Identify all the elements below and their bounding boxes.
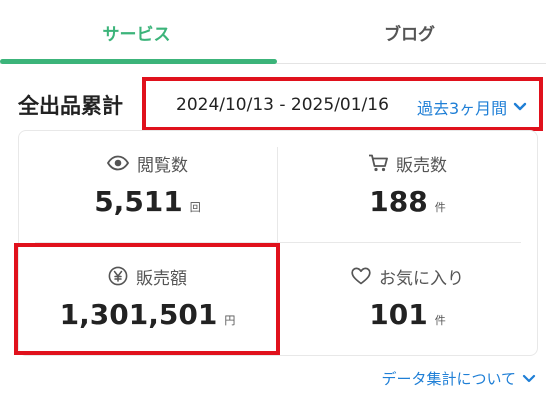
revenue-unit: 円: [224, 314, 236, 327]
data-aggregation-link[interactable]: データ集計について: [381, 368, 536, 389]
heart-icon: [351, 267, 371, 285]
active-tab-indicator: [0, 59, 277, 64]
tab-bar: サービス ブログ: [0, 0, 546, 64]
revenue-number: 1,301,501: [59, 298, 218, 331]
period-label: 過去3ヶ月間: [417, 99, 508, 118]
revenue-value: 1,301,501 円: [18, 298, 277, 338]
chevron-down-icon: [513, 102, 527, 111]
sales-number: 188: [369, 185, 428, 218]
yen-icon: [108, 266, 128, 286]
eye-icon: [107, 155, 129, 171]
chevron-down-icon: [522, 374, 536, 382]
tab-blog[interactable]: ブログ: [273, 0, 546, 64]
period-dropdown[interactable]: 過去3ヶ月間: [417, 95, 527, 119]
views-unit: 回: [189, 201, 201, 214]
views-label: 閲覧数: [18, 150, 277, 176]
sales-label-text: 販売数: [396, 155, 447, 176]
favorites-unit: 件: [434, 314, 446, 327]
cart-icon: [369, 154, 388, 172]
favorites-number: 101: [369, 298, 428, 331]
section-title: 全出品累計: [18, 94, 123, 118]
sales-label: 販売数: [278, 150, 537, 176]
favorites-value: 101 件: [278, 298, 537, 338]
date-range: 2024/10/13 - 2025/01/16: [176, 95, 389, 115]
sales-value: 188 件: [278, 185, 537, 225]
sales-unit: 件: [434, 201, 446, 214]
revenue-label-text: 販売額: [136, 268, 187, 289]
favorites-label: お気に入り: [278, 263, 537, 289]
tab-service[interactable]: サービス: [0, 0, 273, 64]
revenue-label: 販売額: [18, 263, 277, 289]
views-label-text: 閲覧数: [137, 155, 188, 176]
views-number: 5,511: [94, 185, 183, 218]
views-value: 5,511 回: [18, 185, 277, 225]
favorites-label-text: お気に入り: [379, 268, 464, 289]
data-aggregation-link-label: データ集計について: [381, 370, 516, 388]
